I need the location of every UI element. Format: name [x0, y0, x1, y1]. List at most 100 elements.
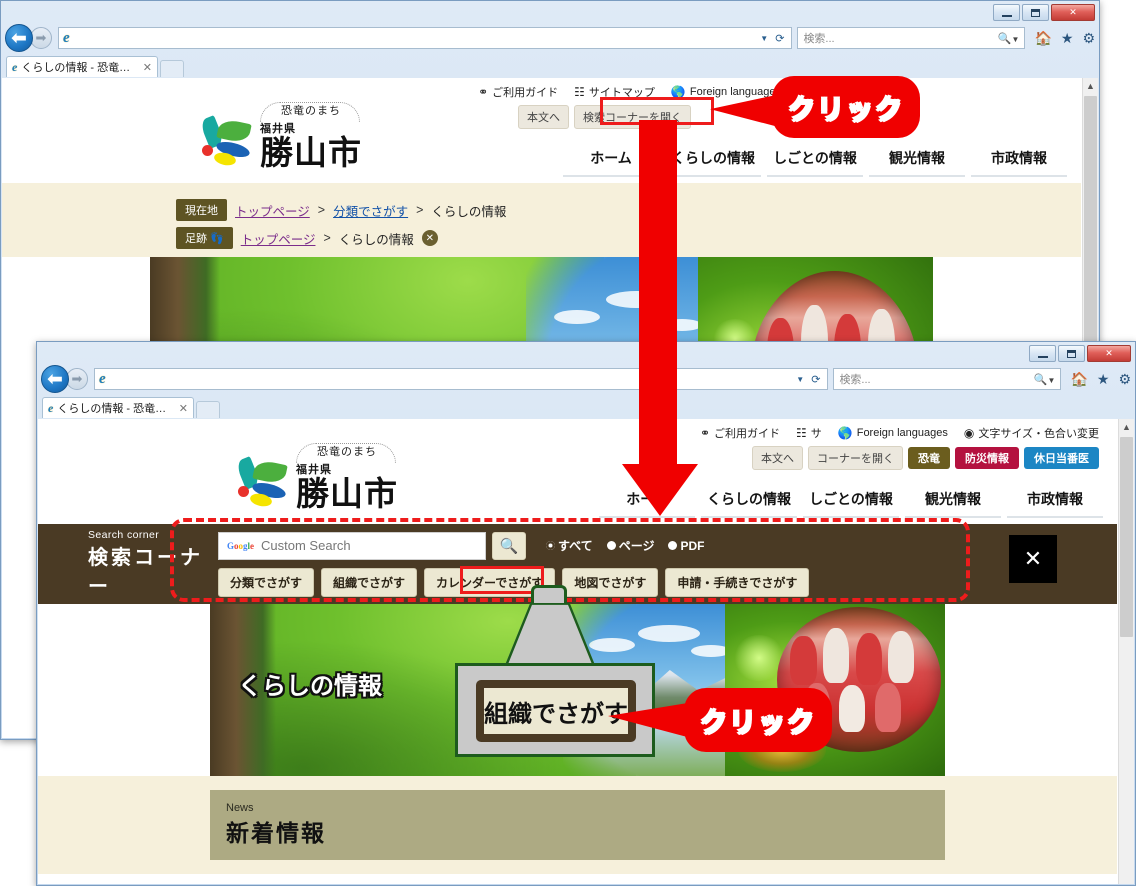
scroll-thumb-back[interactable] — [1084, 96, 1097, 356]
site-header-front: ⚭ ご利用ガイド ☷ サ 🌎 Foreign languages ◉ 文字サイズ… — [38, 419, 1117, 524]
address-dropdown-icon-front[interactable]: ▼ — [796, 375, 804, 384]
browser-tab-back[interactable]: e くらしの情報 - 恐竜のま... ✕ — [6, 56, 158, 77]
browser-tab-front[interactable]: e くらしの情報 - 恐竜のま... ✕ — [42, 397, 194, 418]
skip-to-content-button-front[interactable]: 本文へ — [752, 446, 803, 470]
google-logo-icon: Google — [227, 540, 255, 551]
breadcrumb-history-link-top-back[interactable]: トップページ — [241, 229, 316, 248]
tools-gear-icon-back[interactable]: ⚙ — [1082, 30, 1095, 47]
close-button-back[interactable]: ✕ — [1051, 4, 1095, 21]
minimize-button-front[interactable] — [1029, 345, 1056, 362]
favorites-star-icon-front[interactable]: ★ — [1097, 371, 1110, 388]
titlebar-back: ✕ — [1, 1, 1099, 22]
search-corner-close-button[interactable]: ✕ — [1009, 535, 1057, 583]
window-controls-back[interactable]: ✕ — [993, 4, 1095, 21]
breadcrumb-link-category-back[interactable]: 分類でさがす — [333, 201, 408, 220]
scroll-up-arrow-front[interactable]: ▲ — [1119, 419, 1134, 435]
browser-search-placeholder-front: 検索... — [839, 374, 871, 386]
page-scrollbar-front[interactable]: ▲ — [1118, 419, 1134, 884]
back-button-front[interactable]: ⬅ — [41, 365, 69, 393]
maximize-button-front[interactable] — [1058, 345, 1085, 362]
gnav-item-tourism-front[interactable]: 観光情報 — [905, 489, 1001, 518]
utility-item-foreign-front[interactable]: 🌎 Foreign languages — [838, 426, 948, 440]
forward-button-back[interactable]: ➡ — [30, 27, 52, 49]
back-button-back[interactable]: ⬅ — [5, 24, 33, 52]
search-submit-button[interactable]: 🔍 — [492, 531, 526, 560]
utility-item-foreign-back[interactable]: 🌎 Foreign languages — [671, 85, 781, 99]
pill-disaster-info[interactable]: 防災情報 — [955, 447, 1019, 469]
gnav-item-city-back[interactable]: 市政情報 — [971, 148, 1067, 177]
address-bar-actions-back[interactable]: ▼ ⟳ — [753, 27, 793, 49]
gnav-item-tourism-back[interactable]: 観光情報 — [869, 148, 965, 177]
magnified-organization-button[interactable]: 組織でさがす — [476, 680, 636, 742]
forward-button-front[interactable]: ➡ — [66, 368, 88, 390]
search-tab-procedures[interactable]: 申請・手続きでさがす — [665, 567, 810, 597]
utility-item-guide-back[interactable]: ⚭ ご利用ガイド — [478, 84, 558, 100]
flow-arrow — [620, 120, 700, 520]
breadcrumb-link-top-back[interactable]: トップページ — [235, 201, 310, 220]
site-logo-back[interactable]: 恐竜のまち 福井県 勝山市 — [198, 100, 362, 169]
favorites-star-icon-back[interactable]: ★ — [1061, 30, 1074, 47]
tools-gear-icon-front[interactable]: ⚙ — [1118, 371, 1131, 388]
search-tab-organization[interactable]: 組織でさがす — [321, 567, 418, 597]
refresh-icon[interactable]: ⟳ — [775, 32, 784, 45]
utility-item-guide-front[interactable]: ⚭ ご利用ガイド — [700, 425, 780, 441]
open-search-corner-button-front[interactable]: コーナーを開く — [808, 446, 903, 470]
pill-holiday-doctor[interactable]: 休日当番医 — [1024, 447, 1099, 469]
utility-item-textsize-front[interactable]: ◉ 文字サイズ・色合い変更 — [964, 425, 1099, 441]
search-tab-category[interactable]: 分類でさがす — [218, 567, 315, 597]
breadcrumb-sep-1-back: > — [317, 203, 326, 217]
new-tab-button-back[interactable] — [160, 60, 184, 77]
breadcrumb-current-tag-back: 現在地 — [176, 199, 227, 221]
browser-search-field-front[interactable]: 検索... 🔍▼ — [833, 368, 1062, 390]
logo-city-front: 勝山市 — [296, 474, 398, 513]
gnav-item-living-front[interactable]: くらしの情報 — [701, 489, 797, 518]
search-provider-icon[interactable]: 🔍▼ — [998, 32, 1020, 45]
maximize-button-back[interactable] — [1022, 4, 1049, 21]
breadcrumb-history-clear-icon-back[interactable]: ✕ — [421, 230, 438, 246]
logo-bubble-label-back: 恐竜のまち — [281, 105, 341, 117]
tab-close-icon-back[interactable]: ✕ — [143, 61, 152, 74]
home-icon-front[interactable]: 🏠 — [1070, 371, 1087, 388]
pill-dinosaur[interactable]: 恐竜 — [908, 447, 950, 469]
skip-to-content-button-back[interactable]: 本文へ — [518, 105, 569, 129]
titlebar-front: ✕ — [37, 342, 1135, 363]
news-heading-bar: News 新着情報 — [210, 790, 945, 860]
browser-search-field-back[interactable]: 検索... 🔍▼ — [797, 27, 1026, 49]
close-button-front[interactable]: ✕ — [1087, 345, 1131, 362]
sitemap-icon-front: ☷ — [796, 426, 807, 440]
address-bar-back[interactable]: e — [58, 27, 754, 49]
news-section: News 新着情報 — [38, 776, 1117, 874]
scroll-up-arrow-back[interactable]: ▲ — [1083, 78, 1098, 94]
home-icon-back[interactable]: 🏠 — [1034, 30, 1051, 47]
utility-item-sitemap-front[interactable]: ☷ サ — [796, 425, 822, 441]
search-input[interactable]: Google Custom Search — [218, 531, 486, 560]
address-bar-actions-front[interactable]: ▼ ⟳ — [789, 368, 829, 390]
address-dropdown-icon[interactable]: ▼ — [760, 34, 768, 43]
utility-item-sitemap-back[interactable]: ☷ サイトマップ — [574, 84, 655, 100]
tab-close-icon-front[interactable]: ✕ — [179, 402, 188, 415]
tab-bar-back: e くらしの情報 - 恐竜のま... ✕ — [1, 54, 1099, 77]
tab-favicon-icon-front: e — [48, 401, 54, 415]
refresh-icon-front[interactable]: ⟳ — [811, 373, 820, 386]
site-logo-front[interactable]: 恐竜のまち 福井県 勝山市 — [234, 441, 398, 513]
radio-pdf[interactable]: PDF — [668, 539, 704, 553]
breadcrumb-history-tag-label-back: 足跡 — [185, 233, 207, 245]
new-tab-button-front[interactable] — [196, 401, 220, 418]
radio-page[interactable]: ページ — [606, 537, 654, 554]
scroll-thumb-front[interactable] — [1120, 437, 1133, 637]
gnav-item-work-front[interactable]: しごとの情報 — [803, 489, 899, 518]
search-provider-icon-front[interactable]: 🔍▼ — [1034, 373, 1056, 386]
breadcrumb-current-page-back: くらしの情報 — [431, 204, 507, 219]
guide-shield-icon: ⚭ — [478, 85, 489, 99]
search-corner-heading-jp: 検索コーナー — [88, 545, 203, 598]
gnav-item-work-back[interactable]: しごとの情報 — [767, 148, 863, 177]
radio-all-dot — [546, 541, 555, 550]
gnav-item-city-front[interactable]: 市政情報 — [1007, 489, 1103, 518]
minimize-button-back[interactable] — [993, 4, 1020, 21]
utility-label-foreign-back: Foreign languages — [689, 86, 781, 98]
window-controls-front[interactable]: ✕ — [1029, 345, 1131, 362]
breadcrumb-sep-2-back: > — [416, 203, 424, 217]
radio-page-dot — [606, 541, 616, 550]
radio-all[interactable]: すべて — [546, 537, 593, 554]
ie-logo-icon-front: e — [99, 370, 106, 387]
